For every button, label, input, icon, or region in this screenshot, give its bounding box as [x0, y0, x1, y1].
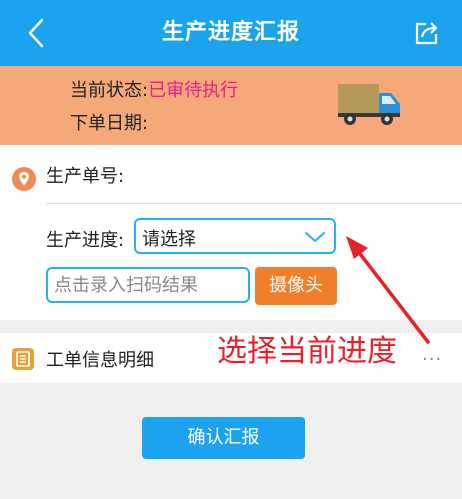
more-icon[interactable]: ...: [422, 344, 442, 365]
share-icon[interactable]: [412, 18, 442, 48]
confirm-report-button[interactable]: 确认汇报: [142, 417, 305, 459]
order-number-label: 生产单号:: [46, 166, 125, 187]
status-panel: 当前状态:已审待执行 下单日期:: [0, 66, 462, 145]
order-date-label: 下单日期:: [70, 113, 149, 134]
status-label: 当前状态:: [70, 80, 149, 101]
status-value: 已审待执行: [148, 80, 239, 101]
page-title: 生产进度汇报: [161, 20, 300, 45]
divider: [46, 203, 462, 204]
status-row: 当前状态:已审待执行: [70, 76, 238, 102]
progress-label: 生产进度:: [46, 230, 125, 251]
progress-select[interactable]: 请选择: [134, 218, 336, 254]
camera-button[interactable]: 摄像头: [255, 267, 337, 305]
chevron-down-icon: [305, 232, 325, 242]
annotation-text: 选择当前进度: [217, 334, 397, 369]
document-icon: [12, 348, 34, 370]
progress-select-value: 请选择: [142, 229, 196, 250]
header-bar: 生产进度汇报: [0, 0, 462, 66]
order-detail-label: 工单信息明细: [46, 350, 154, 371]
scan-result-input[interactable]: [46, 267, 250, 303]
location-pin-icon: [12, 167, 36, 191]
truck-icon: [338, 84, 400, 125]
